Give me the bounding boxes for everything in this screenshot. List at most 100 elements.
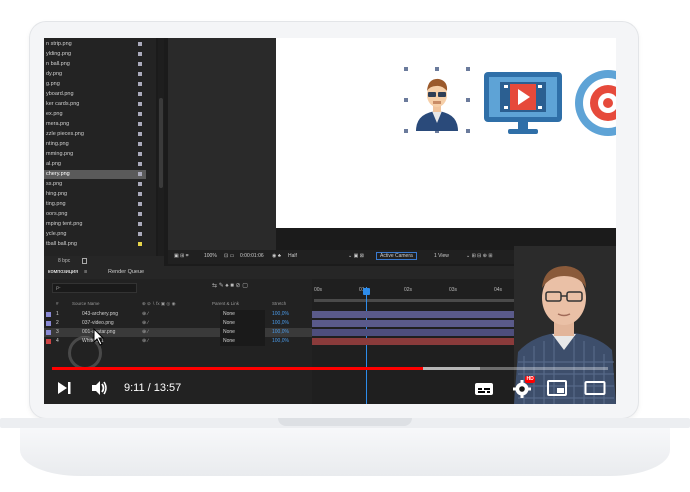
file-color-label [138, 192, 142, 196]
camera-select[interactable]: Active Camera [376, 252, 417, 260]
project-file-label: mming.png [46, 151, 74, 157]
project-file-item[interactable]: g.png [44, 80, 146, 89]
layer-switches-icon[interactable]: ⊕ ∕ [142, 328, 148, 337]
laptop-base [0, 418, 690, 476]
layer-color-swatch[interactable] [46, 312, 51, 317]
layer-switches-icon[interactable]: ⊕ ∕ [142, 310, 148, 319]
project-file-item[interactable]: ex.png [44, 110, 146, 119]
layer-number: 1 [56, 311, 59, 317]
project-file-item[interactable]: chery.png [44, 170, 146, 179]
layer-switches-icon[interactable]: ⊕ ∕ [142, 319, 148, 328]
file-color-label [138, 212, 142, 216]
project-file-label: mping tent.png [46, 221, 83, 227]
next-icon[interactable] [56, 380, 72, 396]
file-color-label [138, 122, 142, 126]
ruler-tick-label: 04s [494, 287, 503, 293]
project-file-item[interactable]: yboard.png [44, 90, 146, 99]
header-stretch[interactable]: Stretch [272, 300, 286, 308]
volume-icon[interactable] [90, 379, 108, 397]
project-file-item[interactable]: hing.png [44, 190, 146, 199]
video-monitor-icon [484, 72, 562, 134]
timeline-tool-icons[interactable]: ⇆ ✎ ♠ ■ ⊘ ▢ [212, 282, 248, 289]
project-file-item[interactable]: mming.png [44, 150, 146, 159]
snapshot-icon[interactable]: ◉ ♣ [272, 253, 281, 259]
file-color-label [138, 102, 142, 106]
file-color-label [138, 62, 142, 66]
progress-bar[interactable] [52, 367, 608, 370]
file-color-label [138, 202, 142, 206]
project-file-item[interactable]: dy.png [44, 70, 146, 79]
layer-search-input[interactable]: ρ- [52, 283, 137, 293]
project-file-item[interactable]: n strip.png [44, 40, 146, 49]
file-color-label [138, 92, 142, 96]
menu-icon[interactable]: ≡ [84, 269, 87, 275]
file-color-label [138, 222, 142, 226]
header-num: # [56, 301, 59, 306]
grid-icon[interactable]: ⊡ ▭ [224, 253, 234, 259]
project-file-item[interactable]: al.png [44, 160, 146, 169]
file-color-label [138, 182, 142, 186]
miniplayer-icon[interactable] [547, 380, 567, 396]
project-file-item[interactable]: ker cards.png [44, 100, 146, 109]
layer-row[interactable]: 2 037-video.png ⊕ ∕ None 100,0% [44, 319, 312, 328]
region-icon[interactable]: ▣ ⊞ ⌗ [174, 253, 189, 259]
ruler-tick-label: 02s [404, 287, 413, 293]
project-file-item[interactable]: tball ball.png [44, 240, 146, 249]
project-scrollbar[interactable] [158, 38, 164, 256]
file-color-label [138, 142, 142, 146]
file-color-label [138, 132, 142, 136]
project-file-item[interactable]: ss.png [44, 180, 146, 189]
project-file-item[interactable]: n ball.png [44, 60, 146, 69]
layer-row[interactable]: 1 043-archery.png ⊕ ∕ None 100,0% [44, 310, 312, 319]
project-file-item[interactable]: zzle pieces.png [44, 130, 146, 139]
layer-color-swatch[interactable] [46, 321, 51, 326]
header-parent-link[interactable]: Parent & Link [212, 300, 239, 308]
avatar-icon[interactable] [402, 65, 474, 137]
playhead-handle[interactable] [363, 288, 370, 295]
ruler-tick-label: 03s [449, 287, 458, 293]
chevron-down-icon[interactable]: ⌄ ▣ ⊠ [348, 253, 364, 259]
project-file-item[interactable]: nting.png [44, 140, 146, 149]
layer-parent-select: None [220, 337, 265, 346]
tab-render-queue[interactable]: Render Queue [108, 269, 144, 275]
project-file-label: g.png [46, 81, 60, 87]
timecode[interactable]: 0:00:01:06 [240, 253, 264, 259]
project-file-label: hing.png [46, 191, 68, 197]
bit-depth-label[interactable]: 8 bpc [58, 256, 70, 266]
project-file-label: tball ball.png [46, 241, 77, 247]
trash-icon[interactable] [82, 258, 87, 264]
file-color-label [138, 72, 142, 76]
layer-parent-select: None [220, 328, 265, 337]
project-file-label: ycle.png [46, 231, 67, 237]
layer-color-swatch[interactable] [46, 330, 51, 335]
resolution-select[interactable]: Half [288, 253, 297, 259]
tab-composition[interactable]: композиция [48, 269, 78, 275]
layer-switches-icon[interactable]: ⊕ ∕ [142, 337, 148, 346]
file-color-label [138, 52, 142, 56]
project-file-item[interactable]: ylding.png [44, 50, 146, 59]
layer-color-swatch[interactable] [46, 339, 51, 344]
views-select[interactable]: 1 View [434, 253, 449, 259]
layer-number: 2 [56, 320, 59, 326]
project-file-item[interactable]: ting.png [44, 200, 146, 209]
project-file-item[interactable]: ycle.png [44, 230, 146, 239]
file-color-label [138, 172, 142, 176]
theater-mode-icon[interactable] [584, 380, 606, 396]
project-file-item[interactable]: oors.png [44, 210, 146, 219]
layer-parent-select: None [220, 310, 265, 319]
file-color-label [138, 162, 142, 166]
zoom-select[interactable]: 100% [204, 253, 217, 259]
header-source-name[interactable]: Source Name [72, 300, 100, 308]
project-footer: 8 bpc [44, 256, 164, 266]
project-file-item[interactable]: mera.png [44, 120, 146, 129]
subtitles-icon[interactable] [474, 381, 494, 397]
archery-target-icon [575, 70, 616, 136]
project-file-label: n ball.png [46, 61, 70, 67]
video-screen[interactable]: n strip.png ylding.png n ball.png dy.png g.p… [44, 38, 616, 404]
file-color-label [138, 232, 142, 236]
project-file-label: nting.png [46, 141, 69, 147]
project-file-label: yboard.png [46, 91, 74, 97]
viewer-options-icon[interactable]: ⌄ ⊞ ⊟ ⊕ ⊞ [466, 253, 493, 259]
composition-canvas[interactable] [276, 38, 616, 228]
project-file-item[interactable]: mping tent.png [44, 220, 146, 229]
